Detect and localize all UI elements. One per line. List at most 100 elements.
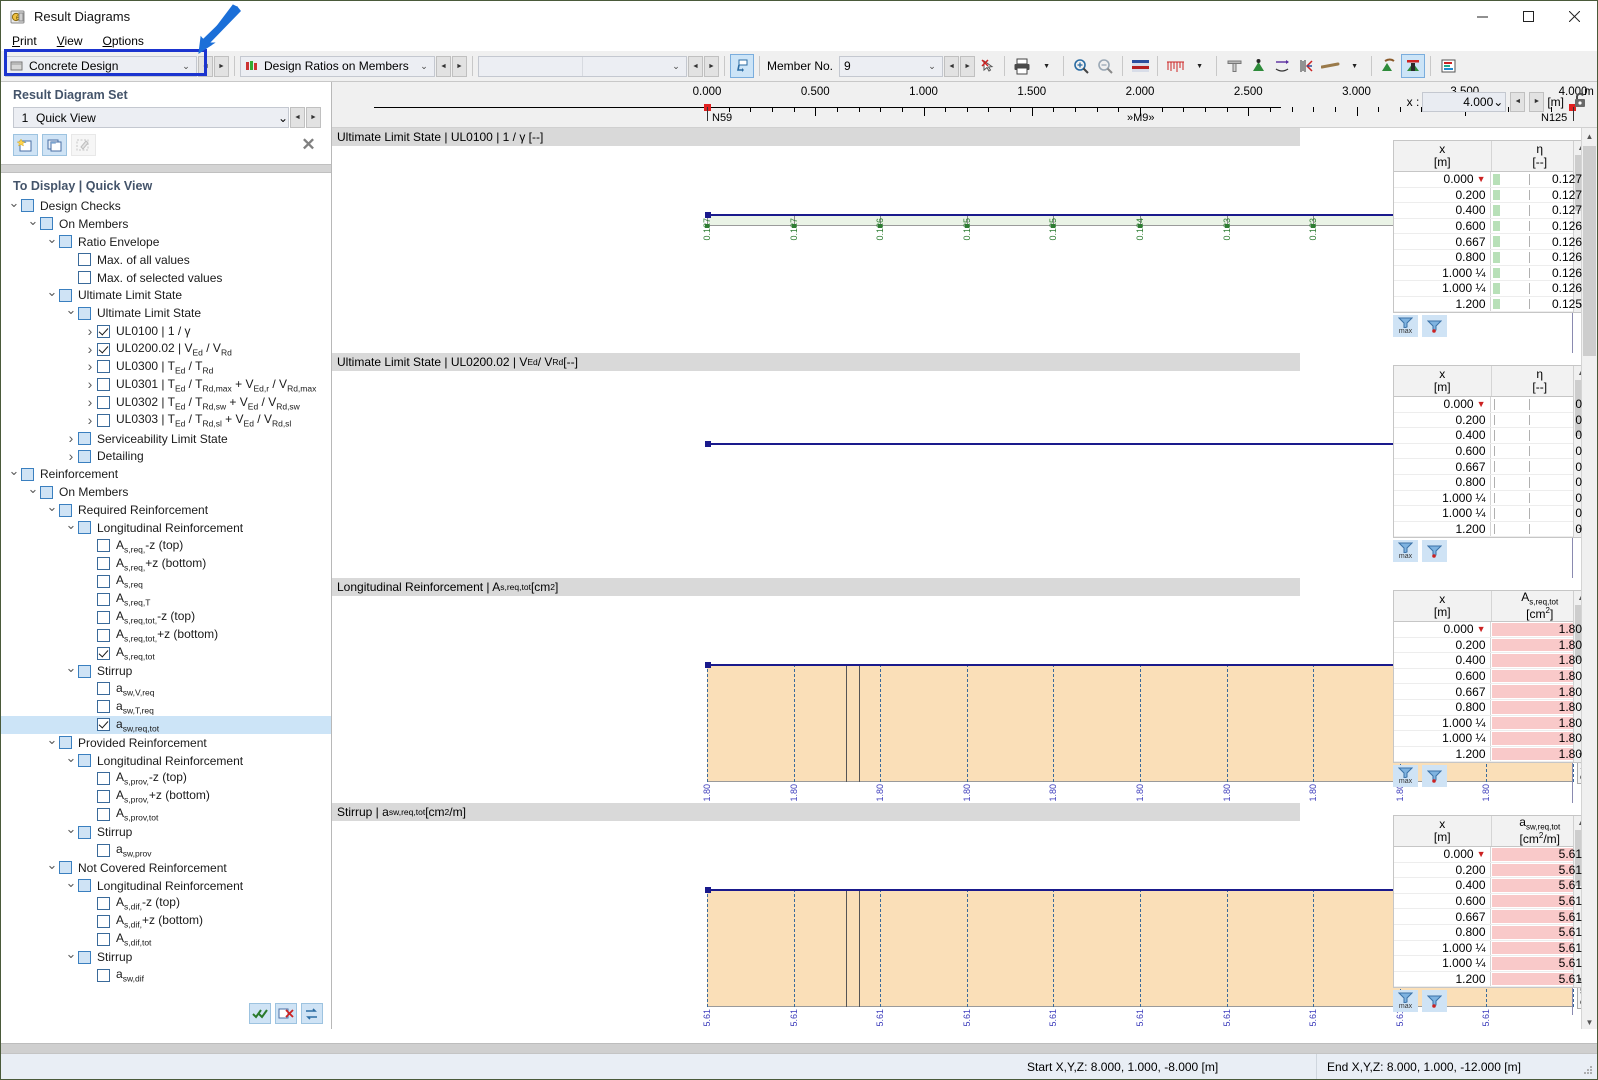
tree-item[interactable]: As,req,T	[1, 591, 331, 609]
table-row[interactable]: 1.200 5.61	[1394, 971, 1588, 988]
chevron-right-icon[interactable]	[83, 413, 97, 428]
tree-item[interactable]: Not Covered Reinforcement	[1, 859, 331, 877]
tree-checkbox[interactable]	[97, 718, 110, 732]
tree-checkbox[interactable]	[97, 843, 110, 857]
line-style-button[interactable]	[1318, 54, 1342, 78]
tree-item[interactable]: UL0300 | TEd / TRd	[1, 358, 331, 376]
table-row[interactable]: 0.000 ▼ 1.80	[1394, 622, 1588, 638]
tree-checkbox[interactable]	[97, 897, 110, 911]
chevron-down-icon[interactable]	[64, 664, 78, 678]
tree-item[interactable]: Ultimate Limit State	[1, 304, 331, 322]
table-row[interactable]: 0.667 1.80	[1394, 684, 1588, 700]
tree-checkbox[interactable]	[97, 789, 110, 803]
table-row[interactable]: 0.000 ▼ 0	[1394, 397, 1588, 413]
menu-print[interactable]: Print	[9, 33, 46, 50]
tree-item[interactable]: Longitudinal Reinforcement	[1, 519, 331, 537]
print-button[interactable]	[1010, 54, 1034, 78]
table-row[interactable]: 0.667 5.61	[1394, 909, 1588, 925]
chevron-right-icon[interactable]	[64, 449, 78, 464]
chevron-down-icon[interactable]	[64, 306, 78, 320]
table-row[interactable]: 0.800 5.61	[1394, 924, 1588, 941]
chevron-down-icon[interactable]	[26, 217, 40, 231]
set-prev-button[interactable]: ◄	[290, 107, 305, 128]
tree-checkbox[interactable]	[21, 199, 34, 213]
set-next-button[interactable]: ►	[306, 107, 321, 128]
tree-item[interactable]: As,prov,-z (top)	[1, 770, 331, 788]
edit-set-button[interactable]	[71, 134, 96, 156]
tree-item[interactable]: UL0200.02 | VEd / VRd	[1, 340, 331, 358]
color-scale-button[interactable]	[1128, 54, 1152, 78]
table-row[interactable]: 0.200 1.80	[1394, 637, 1588, 654]
tree-checkbox[interactable]	[97, 378, 110, 392]
table-row[interactable]: 1.000 ¼ 1.80	[1394, 731, 1588, 747]
x-position-combo[interactable]: 4.000 ⌄	[1422, 91, 1507, 112]
tree-item[interactable]: As,dif,tot	[1, 931, 331, 949]
table-row[interactable]: 0.400 1.80	[1394, 653, 1588, 669]
tree-checkbox[interactable]	[78, 306, 91, 320]
filter-max-button[interactable]: max	[1393, 315, 1418, 338]
menu-options[interactable]: Options	[100, 33, 153, 50]
tree-item[interactable]: Max. of all values	[1, 251, 331, 269]
tree-checkbox[interactable]	[40, 485, 53, 499]
chevron-down-icon[interactable]	[64, 754, 78, 768]
table-row[interactable]: 1.000 ¼ 1.80	[1394, 715, 1588, 732]
tree-item[interactable]: Longitudinal Reinforcement	[1, 752, 331, 770]
chevron-down-icon[interactable]	[45, 288, 59, 302]
tree-item[interactable]: asw,T,req	[1, 698, 331, 716]
tree-item[interactable]: As,req,tot,-z (top)	[1, 608, 331, 626]
table-row[interactable]: 1.200 0	[1394, 521, 1588, 538]
vertical-scrollbar[interactable]: ▲ ▼	[1581, 128, 1597, 1030]
tree-checkbox[interactable]	[59, 736, 72, 750]
tree-checkbox[interactable]	[78, 664, 91, 678]
tree-item[interactable]: As,prov,tot	[1, 805, 331, 823]
module-prev-button[interactable]: ◄	[198, 55, 213, 77]
table-row[interactable]: 1.200 1.80	[1394, 746, 1588, 763]
tree-checkbox[interactable]	[21, 467, 34, 481]
tree-item[interactable]: UL0302 | TEd / TRd,sw + VEd / VRd,sw	[1, 394, 331, 412]
tree-item[interactable]: Detailing	[1, 447, 331, 465]
loading-prev-button[interactable]: ◄	[688, 55, 703, 77]
table-row[interactable]: 1.000 ¼ 0.126	[1394, 281, 1588, 297]
legend-button[interactable]	[1436, 54, 1460, 78]
filter-point-button[interactable]	[1422, 765, 1447, 788]
tree-item[interactable]: Ultimate Limit State	[1, 286, 331, 304]
tree-item[interactable]: Stirrup	[1, 662, 331, 680]
table-row[interactable]: 1.000 ¼ 0	[1394, 490, 1588, 507]
tree-item[interactable]: Longitudinal Reinforcement	[1, 877, 331, 895]
tree-checkbox[interactable]	[97, 557, 110, 571]
loading-next-button[interactable]: ►	[704, 55, 719, 77]
chevron-down-icon[interactable]	[45, 235, 59, 249]
table-row[interactable]: 0.400 0	[1394, 428, 1588, 444]
chevron-down-icon[interactable]	[45, 736, 59, 750]
filter-point-button[interactable]	[1422, 315, 1447, 338]
tree-item[interactable]: As,req,tot,+z (bottom)	[1, 626, 331, 644]
table-row[interactable]: 0.000 ▼ 0.127	[1394, 172, 1588, 188]
member-next-button[interactable]: ►	[960, 55, 976, 77]
show-values-button[interactable]	[1377, 54, 1401, 78]
chevron-down-icon[interactable]	[64, 521, 78, 535]
table-row[interactable]: 0.600 0.126	[1394, 218, 1588, 235]
tree-checkbox[interactable]	[97, 324, 110, 338]
table-row[interactable]: 0.000 ▼ 5.61	[1394, 847, 1588, 863]
tree-checkbox[interactable]	[97, 575, 110, 589]
table-row[interactable]: 1.000 ¼ 5.61	[1394, 940, 1588, 957]
chevron-right-icon[interactable]	[83, 342, 97, 357]
tree-item[interactable]: asw,dif	[1, 966, 331, 984]
chevron-right-icon[interactable]	[83, 324, 97, 339]
member-no-combo[interactable]: 9 ⌄	[839, 55, 944, 77]
tree-checkbox[interactable]	[97, 700, 110, 714]
table-row[interactable]: 0.400 5.61	[1394, 878, 1588, 894]
diagram-style-button[interactable]	[1163, 54, 1187, 78]
tree-checkbox[interactable]	[97, 682, 110, 696]
tree-item[interactable]: As,prov,+z (bottom)	[1, 787, 331, 805]
scrollbar-thumb[interactable]	[1583, 146, 1596, 356]
x-prev-button[interactable]: ◄	[1510, 91, 1526, 112]
delete-set-button[interactable]: ✕	[296, 134, 321, 156]
result-type-combo[interactable]: Design Ratios on Members ⌄	[240, 55, 435, 77]
tree-checkbox[interactable]	[40, 217, 53, 231]
table-row[interactable]: 0.600 5.61	[1394, 893, 1588, 910]
lock-icon[interactable]	[1573, 91, 1589, 112]
result-next-button[interactable]: ►	[452, 55, 467, 77]
close-button[interactable]	[1551, 1, 1597, 32]
tree-item[interactable]: Required Reinforcement	[1, 501, 331, 519]
